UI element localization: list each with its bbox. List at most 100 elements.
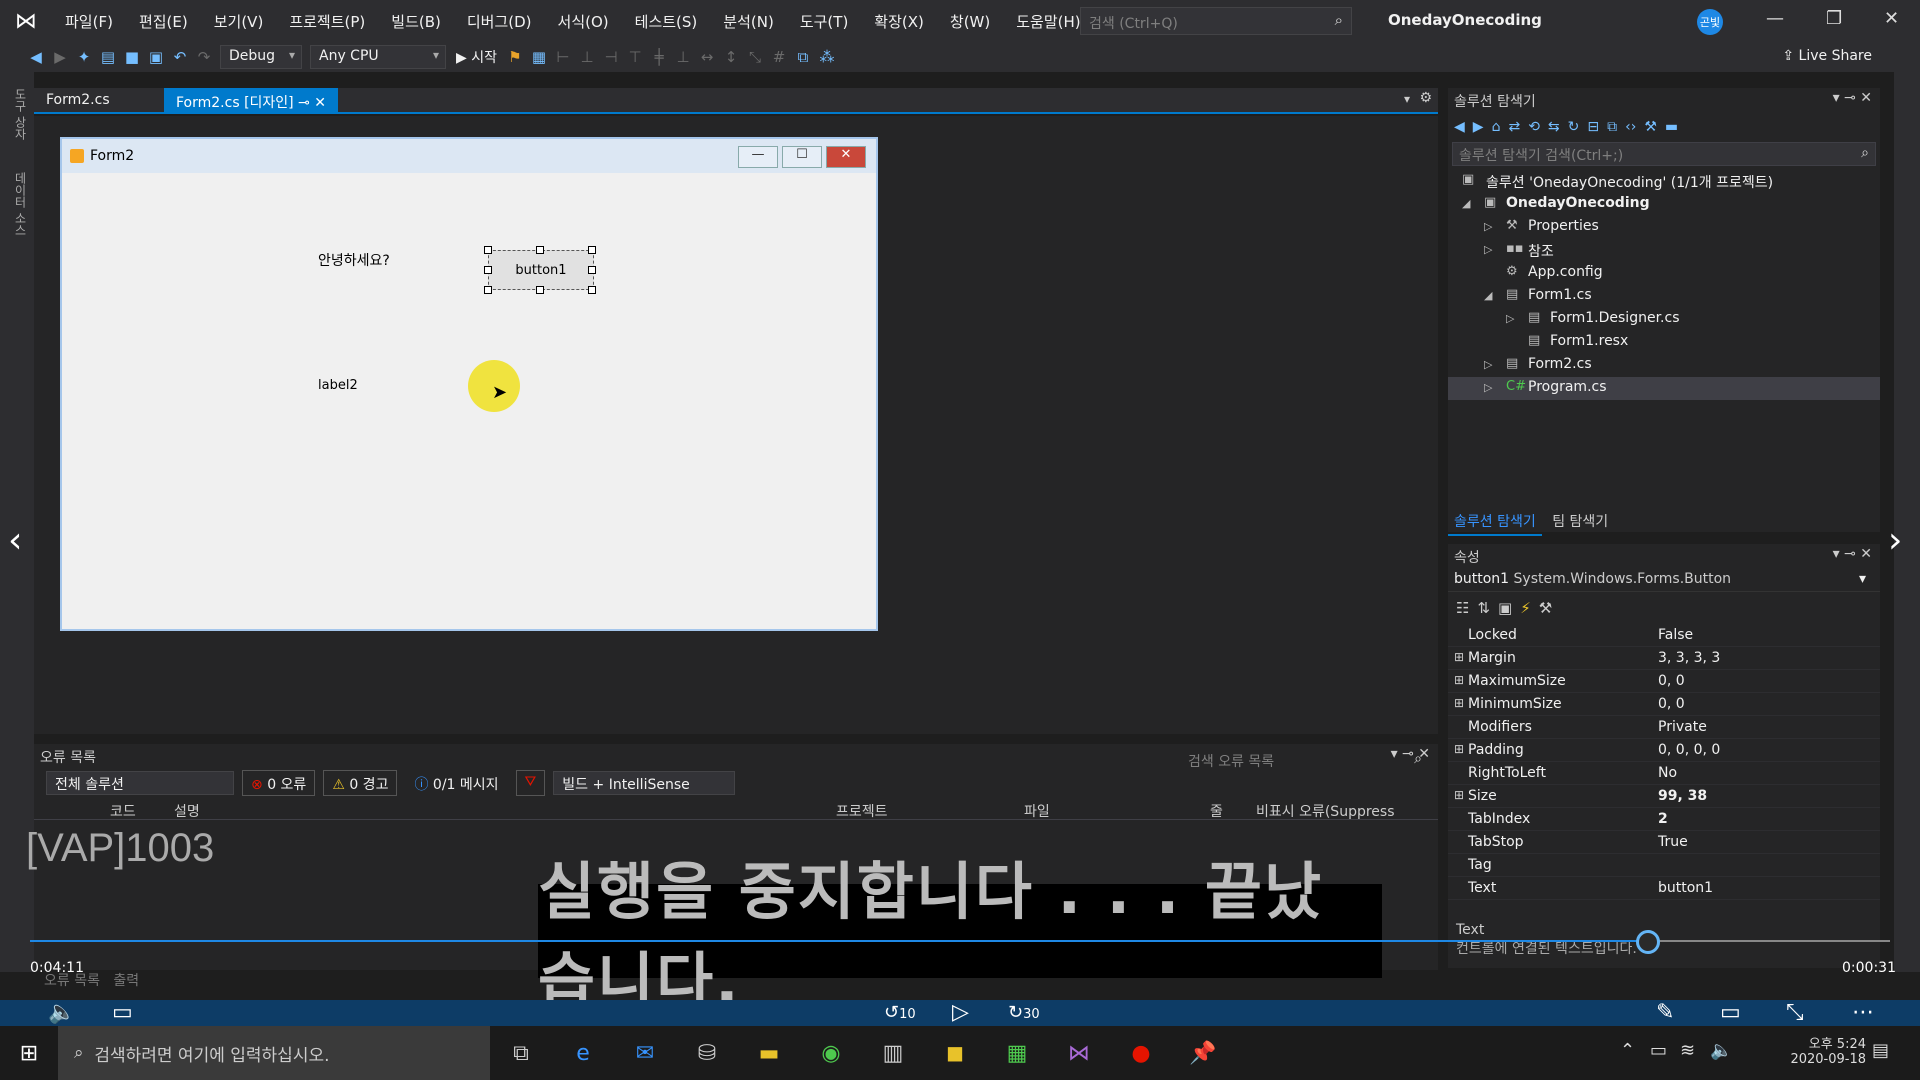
show-all-icon[interactable]: ⧉: [1607, 119, 1617, 135]
chrome-icon[interactable]: ◉: [800, 1041, 862, 1066]
prop-value[interactable]: 0, 0: [1658, 696, 1685, 712]
build-source-combo[interactable]: 빌드 + IntelliSense: [553, 771, 736, 795]
start-button[interactable]: ▶ 시작: [450, 47, 503, 67]
captions-icon[interactable]: ▭: [112, 1000, 133, 1025]
quick-search-input[interactable]: 검색 (Ctrl+Q) ⌕: [1080, 7, 1352, 35]
col-file[interactable]: 파일: [1024, 801, 1050, 821]
visual-studio-icon[interactable]: ⋈: [1048, 1041, 1110, 1066]
errlist-search-input[interactable]: 검색 오류 목록 ⌕: [1184, 748, 1426, 772]
tab-solution-explorer[interactable]: 솔루션 탐색기: [1448, 508, 1542, 536]
taskbar-search[interactable]: ⌕ 검색하려면 여기에 입력하십시오.: [58, 1026, 490, 1080]
forward-icon[interactable]: ▶: [48, 48, 72, 66]
collapse-icon[interactable]: ⊟: [1587, 119, 1599, 135]
maximize-icon[interactable]: ❐: [1826, 8, 1842, 29]
app-icon[interactable]: ▥: [862, 1041, 924, 1066]
skip-back-icon[interactable]: ↺10: [884, 1002, 916, 1023]
collapsed-arrow-icon[interactable]: ▷: [1484, 220, 1492, 233]
col-suppress[interactable]: 비표시 오류(Suppress: [1256, 801, 1395, 821]
fullscreen-exit-icon[interactable]: ⤡: [1786, 1000, 1804, 1025]
forward-icon[interactable]: ▶: [1473, 119, 1484, 135]
avatar[interactable]: 곤빛: [1697, 9, 1723, 35]
scope-combo[interactable]: 전체 솔루션: [46, 771, 234, 795]
panel-close-icon[interactable]: ▾ ⊸ ✕: [1833, 546, 1872, 562]
expand-icon[interactable]: ⊞: [1454, 788, 1464, 802]
tab-order-icon[interactable]: ⁂: [815, 48, 839, 66]
size-width-icon[interactable]: ↔: [695, 48, 719, 66]
task-view-icon[interactable]: ⧉: [490, 1041, 552, 1066]
edge-icon[interactable]: e: [552, 1041, 614, 1066]
align-middle-icon[interactable]: ╪: [647, 48, 671, 66]
sync-icon[interactable]: ⇆: [1548, 119, 1560, 135]
menu-extensions[interactable]: 확장(X): [861, 11, 937, 32]
menu-debug[interactable]: 디버그(D): [454, 11, 545, 32]
menu-file[interactable]: 파일(F): [52, 11, 126, 32]
events-icon[interactable]: ⚡: [1520, 599, 1531, 617]
expand-icon[interactable]: ⊞: [1454, 673, 1464, 687]
tree-item-form1-designer[interactable]: ▷ ▤ Form1.Designer.cs: [1448, 308, 1880, 331]
menu-test[interactable]: 테스트(S): [622, 11, 711, 32]
history-icon[interactable]: ⟲: [1528, 119, 1540, 135]
toolbox-tab[interactable]: 도구 상자: [12, 88, 29, 140]
mail-icon[interactable]: ✉: [614, 1041, 676, 1066]
wifi-icon[interactable]: ≋: [1680, 1040, 1695, 1061]
next-arrow-icon[interactable]: ›: [1888, 520, 1902, 561]
resize-handle[interactable]: [588, 266, 596, 274]
align-right-icon[interactable]: ⊣: [599, 48, 623, 66]
alphabetical-icon[interactable]: ⇅: [1477, 599, 1490, 617]
refresh-icon[interactable]: ↻: [1568, 119, 1580, 135]
tree-item-program[interactable]: ▷ C# Program.cs: [1448, 377, 1880, 400]
prop-value[interactable]: 2: [1658, 811, 1668, 827]
panel-close-icon[interactable]: ▾ ⊸ ✕: [1833, 90, 1872, 106]
collapsed-arrow-icon[interactable]: ▷: [1484, 243, 1492, 256]
live-share-button[interactable]: ⇪ Live Share: [1782, 48, 1872, 64]
collapsed-arrow-icon[interactable]: ▷: [1484, 358, 1492, 371]
explorer-icon[interactable]: ▬: [738, 1041, 800, 1066]
property-pages-icon[interactable]: ⚒: [1539, 599, 1552, 617]
col-description[interactable]: 설명: [174, 801, 200, 821]
tree-item-form1-resx[interactable]: ▤ Form1.resx: [1448, 331, 1880, 354]
recorder-icon[interactable]: ●: [1110, 1041, 1172, 1066]
undo-icon[interactable]: ↶: [168, 48, 192, 66]
tab-output[interactable]: 출력: [113, 973, 139, 989]
tray-chevron-icon[interactable]: ⌃: [1620, 1040, 1635, 1061]
battery-icon[interactable]: ▭: [1650, 1040, 1667, 1061]
prop-row[interactable]: Tag: [1448, 854, 1880, 877]
prop-row[interactable]: ⊞ MinimumSize 0, 0: [1448, 693, 1880, 716]
redo-icon[interactable]: ↷: [192, 48, 216, 66]
save-all-icon[interactable]: ▣: [144, 48, 168, 66]
prop-row[interactable]: RightToLeft No: [1448, 762, 1880, 785]
prop-row[interactable]: Locked False: [1448, 624, 1880, 647]
gear-icon[interactable]: ⚙: [1419, 90, 1432, 106]
seek-bar[interactable]: [30, 940, 1890, 942]
label1[interactable]: 안녕하세요?: [318, 250, 390, 270]
expand-icon[interactable]: ⊞: [1454, 742, 1464, 756]
prop-row[interactable]: ⊞ Size 99, 38: [1448, 785, 1880, 808]
store-icon[interactable]: ⛁: [676, 1041, 738, 1066]
notification-icon[interactable]: ▤: [1872, 1040, 1889, 1061]
view-code-icon[interactable]: ‹›: [1625, 119, 1636, 135]
seek-thumb[interactable]: [1636, 930, 1661, 954]
warnings-filter-button[interactable]: ⚠ 0 경고: [323, 770, 398, 796]
expanded-arrow-icon[interactable]: ◢: [1484, 289, 1492, 302]
back-icon[interactable]: ◀: [1454, 119, 1465, 135]
attach-icon[interactable]: ⚑: [503, 48, 527, 66]
grid-icon[interactable]: #: [767, 48, 791, 66]
prop-value[interactable]: button1: [1658, 880, 1713, 896]
col-code[interactable]: 코드: [110, 801, 136, 821]
new-project-icon[interactable]: ✦: [72, 48, 96, 66]
resize-handle[interactable]: [536, 246, 544, 254]
prop-value[interactable]: 3, 3, 3, 3: [1658, 650, 1720, 666]
pen-icon[interactable]: ✎: [1656, 1000, 1674, 1025]
props-object-selector[interactable]: button1 System.Windows.Forms.Button ▾: [1448, 568, 1880, 592]
windows-start-icon[interactable]: ⊞: [0, 1041, 58, 1066]
prop-row[interactable]: Modifiers Private: [1448, 716, 1880, 739]
align-center-icon[interactable]: ⊥: [575, 48, 599, 66]
tab-form2-design[interactable]: Form2.cs [디자인] ⊸ ✕: [164, 88, 339, 114]
size-both-icon[interactable]: ⤡: [743, 48, 767, 66]
prop-row[interactable]: TabIndex 2: [1448, 808, 1880, 831]
switch-view-icon[interactable]: ⇄: [1508, 119, 1520, 135]
prop-value[interactable]: No: [1658, 765, 1677, 781]
open-icon[interactable]: ▤: [96, 48, 120, 66]
prop-row[interactable]: Text button1: [1448, 877, 1880, 900]
label2[interactable]: label2: [318, 378, 358, 393]
